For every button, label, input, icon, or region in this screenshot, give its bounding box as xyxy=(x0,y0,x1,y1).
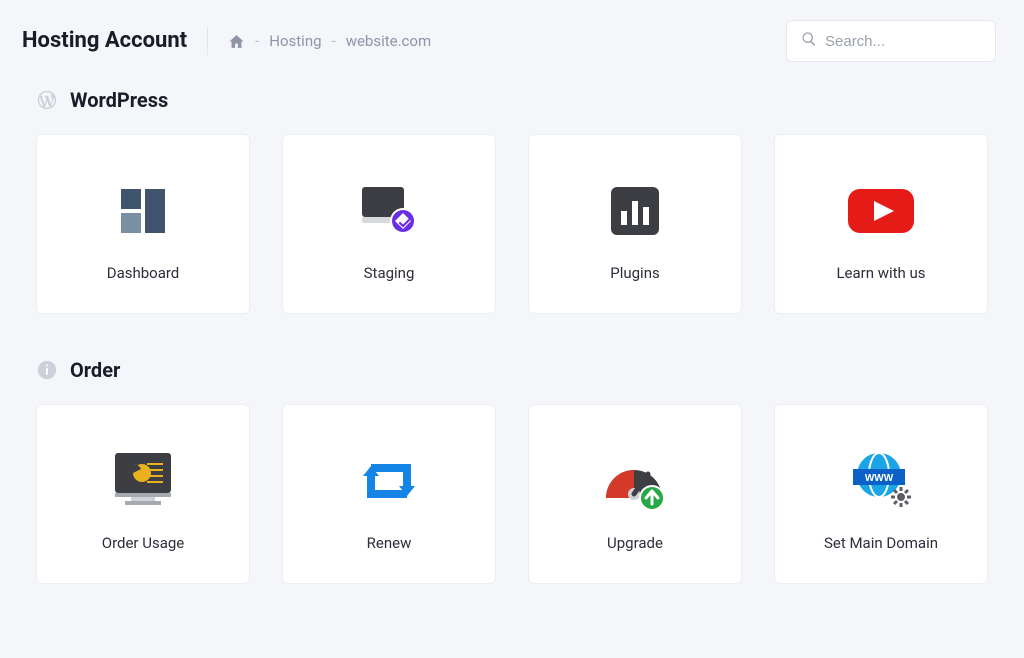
search-icon xyxy=(801,31,825,51)
section-wordpress: WordPress Dashboard xyxy=(0,88,1024,314)
order-usage-icon xyxy=(107,436,179,526)
card-label: Upgrade xyxy=(607,534,663,552)
wordpress-icon xyxy=(36,89,58,111)
card-grid-wordpress: Dashboard Staging xyxy=(36,134,988,314)
card-plugins[interactable]: Plugins xyxy=(528,134,742,314)
card-dashboard[interactable]: Dashboard xyxy=(36,134,250,314)
card-label: Set Main Domain xyxy=(824,534,938,552)
section-order: Order Order Usage xyxy=(0,358,1024,584)
card-staging[interactable]: Staging xyxy=(282,134,496,314)
breadcrumb-sep: - xyxy=(255,32,259,50)
section-header-wordpress: WordPress xyxy=(36,88,988,112)
card-label: Staging xyxy=(364,264,415,282)
breadcrumb-item-hosting[interactable]: Hosting xyxy=(269,32,321,50)
card-label: Learn with us xyxy=(836,264,925,282)
card-label: Renew xyxy=(367,534,412,552)
dashboard-icon xyxy=(115,166,171,256)
plugins-icon xyxy=(607,166,663,256)
card-label: Order Usage xyxy=(102,534,185,552)
section-title: WordPress xyxy=(70,88,168,112)
card-label: Plugins xyxy=(610,264,659,282)
svg-text:WWW: WWW xyxy=(865,473,894,484)
renew-icon xyxy=(357,436,421,526)
header: Hosting Account - Hosting - website.com xyxy=(0,0,1024,82)
info-icon xyxy=(36,359,58,381)
home-icon[interactable] xyxy=(228,33,245,50)
breadcrumb: - Hosting - website.com xyxy=(228,32,431,50)
set-main-domain-icon: WWW xyxy=(845,436,917,526)
breadcrumb-item-domain[interactable]: website.com xyxy=(346,32,431,50)
card-renew[interactable]: Renew xyxy=(282,404,496,584)
upgrade-icon xyxy=(600,436,670,526)
page-title: Hosting Account xyxy=(22,27,208,55)
breadcrumb-sep: - xyxy=(332,32,336,50)
search-box[interactable] xyxy=(786,20,996,62)
search-input[interactable] xyxy=(825,33,981,50)
card-set-main-domain[interactable]: WWW Set Main Domain xyxy=(774,404,988,584)
section-header-order: Order xyxy=(36,358,988,382)
card-upgrade[interactable]: Upgrade xyxy=(528,404,742,584)
youtube-icon xyxy=(846,166,916,256)
card-learn-with-us[interactable]: Learn with us xyxy=(774,134,988,314)
section-title: Order xyxy=(70,358,120,382)
card-grid-order: Order Usage Renew xyxy=(36,404,988,584)
staging-icon xyxy=(356,166,422,256)
card-label: Dashboard xyxy=(107,264,180,282)
card-order-usage[interactable]: Order Usage xyxy=(36,404,250,584)
